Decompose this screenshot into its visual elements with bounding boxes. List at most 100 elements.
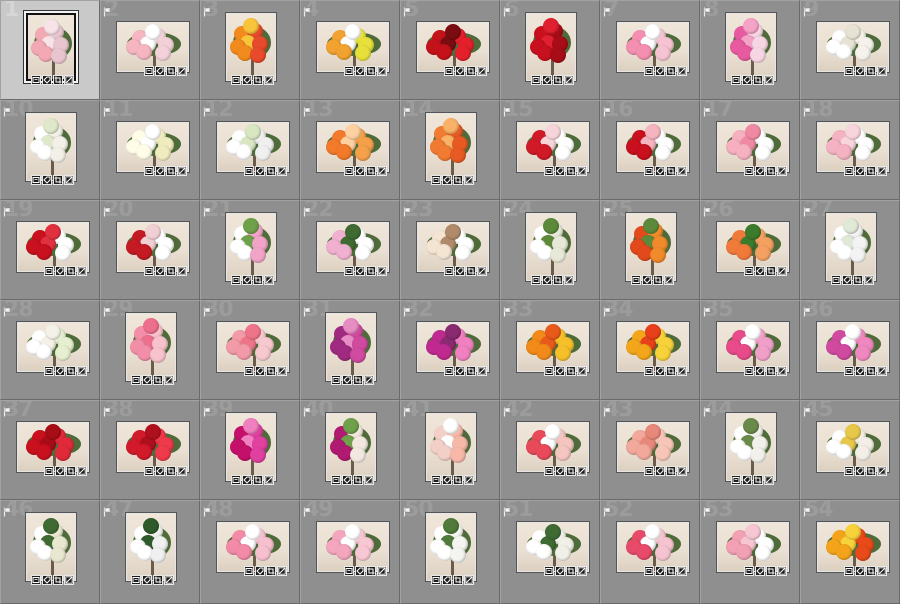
pick-flag-icon[interactable] [503,2,513,17]
crop-icon[interactable] [253,275,263,285]
grid-cell[interactable]: 22 [300,200,400,300]
crop-icon[interactable] [453,575,463,585]
crop-icon[interactable] [866,366,876,376]
keyword-tag-icon[interactable] [555,566,565,576]
keyword-tag-icon[interactable] [655,466,665,476]
crop-icon[interactable] [666,66,676,76]
pick-flag-icon[interactable] [103,502,113,517]
photo-thumbnail[interactable] [717,222,789,272]
grid-cell[interactable]: 1 [0,0,100,100]
keyword-tag-icon[interactable] [42,75,52,85]
crop-icon[interactable] [166,66,176,76]
pick-flag-icon[interactable] [803,202,813,217]
metadata-icon[interactable] [644,466,654,476]
grid-cell[interactable]: 52 [600,500,700,604]
develop-settings-icon[interactable] [877,466,887,476]
pick-flag-icon[interactable] [103,2,113,17]
photo-thumbnail[interactable] [517,422,589,472]
photo-thumbnail[interactable] [426,113,476,181]
metadata-icon[interactable] [231,75,241,85]
grid-cell[interactable]: 4 [300,0,400,100]
keyword-tag-icon[interactable] [555,366,565,376]
metadata-icon[interactable] [31,575,41,585]
photo-thumbnail[interactable] [317,22,389,72]
grid-cell[interactable]: 19 [0,200,100,300]
keyword-tag-icon[interactable] [655,166,665,176]
photo-thumbnail[interactable] [117,222,189,272]
metadata-icon[interactable] [544,466,554,476]
crop-icon[interactable] [366,166,376,176]
pick-flag-icon[interactable] [703,202,713,217]
keyword-tag-icon[interactable] [355,566,365,576]
develop-settings-icon[interactable] [577,466,587,476]
pick-flag-icon[interactable] [703,402,713,417]
pick-flag-icon[interactable] [103,302,113,317]
keyword-tag-icon[interactable] [255,166,265,176]
photo-thumbnail[interactable] [217,522,289,572]
crop-icon[interactable] [566,466,576,476]
crop-icon[interactable] [366,566,376,576]
pick-flag-icon[interactable] [503,102,513,117]
photo-thumbnail[interactable] [526,13,576,81]
crop-icon[interactable] [566,166,576,176]
keyword-tag-icon[interactable] [742,75,752,85]
crop-icon[interactable] [766,266,776,276]
develop-settings-icon[interactable] [677,466,687,476]
metadata-icon[interactable] [344,266,354,276]
crop-icon[interactable] [153,375,163,385]
photo-thumbnail[interactable] [26,13,76,81]
grid-cell[interactable]: 6 [500,0,600,100]
grid-cell[interactable]: 43 [600,400,700,500]
grid-cell[interactable]: 53 [700,500,800,604]
photo-thumbnail[interactable] [317,222,389,272]
grid-cell[interactable]: 23 [400,200,500,300]
grid-cell[interactable]: 44 [700,400,800,500]
develop-settings-icon[interactable] [164,375,174,385]
pick-flag-icon[interactable] [603,402,613,417]
crop-icon[interactable] [253,75,263,85]
grid-cell[interactable]: 17 [700,100,800,200]
crop-icon[interactable] [553,275,563,285]
photo-thumbnail[interactable] [726,13,776,81]
crop-icon[interactable] [866,166,876,176]
develop-settings-icon[interactable] [77,466,87,476]
photo-thumbnail[interactable] [517,122,589,172]
pick-flag-icon[interactable] [203,302,213,317]
photo-thumbnail[interactable] [226,13,276,81]
photo-thumbnail[interactable] [717,122,789,172]
pick-flag-icon[interactable] [603,102,613,117]
metadata-icon[interactable] [444,266,454,276]
pick-flag-icon[interactable] [203,402,213,417]
develop-settings-icon[interactable] [564,75,574,85]
keyword-tag-icon[interactable] [42,575,52,585]
develop-settings-icon[interactable] [377,166,387,176]
pick-flag-icon[interactable] [603,2,613,17]
grid-cell[interactable]: 28 [0,300,100,400]
develop-settings-icon[interactable] [877,66,887,76]
develop-settings-icon[interactable] [277,566,287,576]
crop-icon[interactable] [866,566,876,576]
grid-cell[interactable]: 29 [100,300,200,400]
develop-settings-icon[interactable] [64,575,74,585]
crop-icon[interactable] [466,366,476,376]
photo-thumbnail[interactable] [817,422,889,472]
develop-settings-icon[interactable] [177,466,187,476]
grid-cell[interactable]: 9 [800,0,900,100]
pick-flag-icon[interactable] [303,102,313,117]
crop-icon[interactable] [766,166,776,176]
metadata-icon[interactable] [144,266,154,276]
photo-thumbnail[interactable] [126,513,176,581]
develop-settings-icon[interactable] [677,566,687,576]
keyword-tag-icon[interactable] [855,66,865,76]
develop-settings-icon[interactable] [677,366,687,376]
photo-thumbnail[interactable] [217,322,289,372]
metadata-icon[interactable] [744,266,754,276]
crop-icon[interactable] [353,475,363,485]
crop-icon[interactable] [366,266,376,276]
grid-cell[interactable]: 47 [100,500,200,604]
pick-flag-icon[interactable] [103,102,113,117]
metadata-icon[interactable] [331,375,341,385]
photo-thumbnail[interactable] [17,222,89,272]
keyword-tag-icon[interactable] [242,75,252,85]
keyword-tag-icon[interactable] [655,66,665,76]
